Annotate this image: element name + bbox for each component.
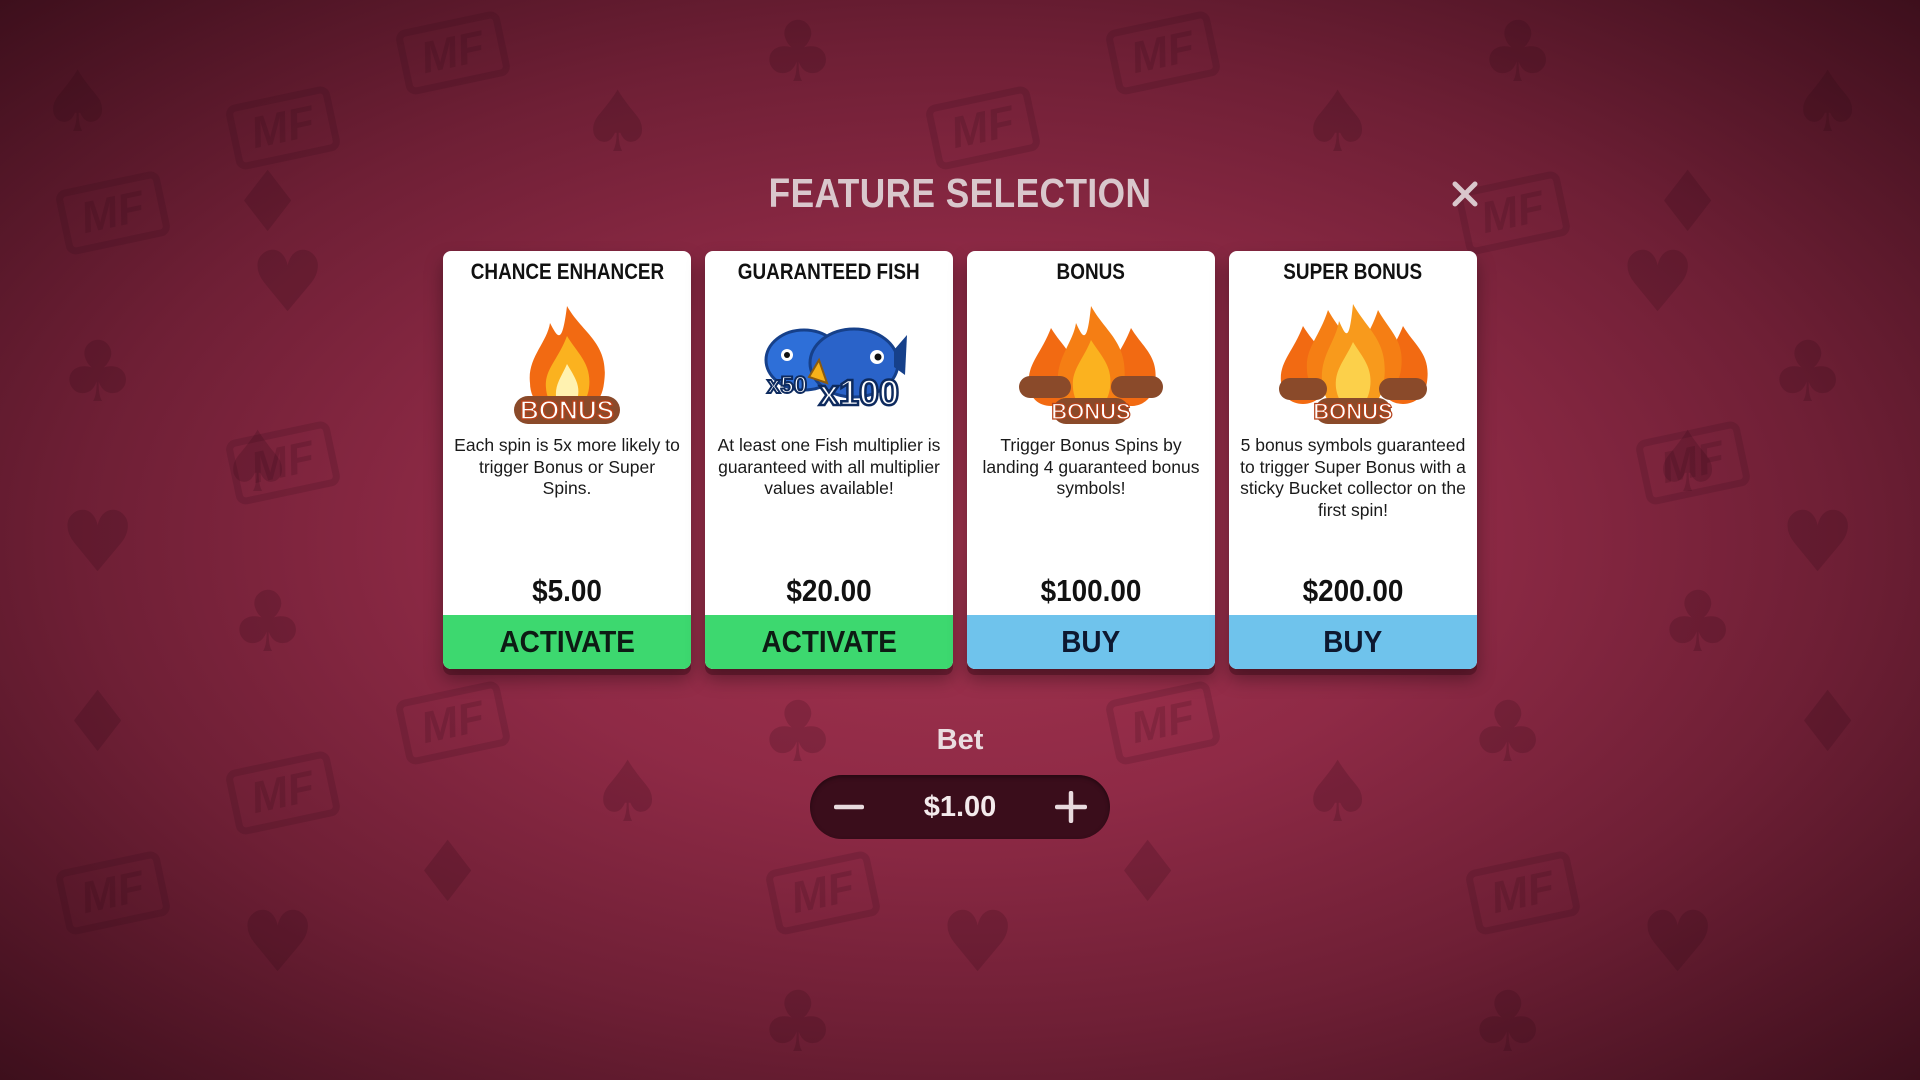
bonus-fire-icon: BONUS [1011,295,1171,435]
club-suit-icon: ♣ [1770,323,1846,421]
heart-suit-icon: ♥ [60,493,136,591]
spade-suit-icon: ♠ [40,53,116,151]
spade-suit-icon: ♠ [1790,53,1866,151]
card-price: $100.00 [1040,573,1142,608]
heart-suit-icon: ♥ [1640,893,1716,991]
button-label: BUY [1061,624,1121,659]
card-description: At least one Fish multiplier is guarante… [717,435,941,498]
card-price: $20.00 [786,573,872,608]
mf-logo-icon: MF [54,849,172,937]
heart-suit-icon: ♥ [1780,493,1856,591]
increase-bet-button[interactable] [1032,775,1110,839]
activate-button[interactable]: ACTIVATE [705,615,953,669]
mf-logo-icon: MF [224,419,342,507]
club-suit-icon: ♣ [760,973,836,1071]
card-title: CHANCE ENHANCER [470,259,664,284]
feature-cards: CHANCE ENHANCER BONUS Each spin is 5x mo… [443,251,1477,669]
card-description: Trigger Bonus Spins by landing 4 guarant… [982,435,1200,498]
heart-suit-icon: ♥ [1620,233,1696,331]
spade-suit-icon: ♠ [1300,743,1376,841]
button-label: BUY [1323,624,1383,659]
mf-logo-icon: MF [1464,849,1582,937]
card-title: BONUS [1056,259,1126,284]
activate-button[interactable]: ACTIVATE [443,615,691,669]
svg-text:x100: x100 [819,372,899,413]
bet-stepper: $1.00 [810,775,1110,839]
heart-suit-icon: ♥ [940,893,1016,991]
button-label: ACTIVATE [499,624,635,659]
close-button[interactable] [1447,176,1483,212]
club-suit-icon: ♣ [60,323,136,421]
bet-label: Bet [936,724,984,756]
spade-suit-icon: ♠ [1300,73,1376,171]
spade-suit-icon: ♠ [580,73,656,171]
mf-logo-icon: MF [224,84,342,172]
buy-button[interactable]: BUY [967,615,1215,669]
fish-multiplier-icon: x50 x100 [749,295,909,435]
card-description: 5 bonus symbols guaranteed to trigger Su… [1240,435,1466,520]
super-bonus-fire-icon: BONUS [1273,295,1433,435]
spade-suit-icon: ♠ [1650,413,1726,511]
feature-card-super-bonus: SUPER BONUS BONUS 5 bonus symbols guaran… [1229,251,1477,669]
svg-text:BONUS: BONUS [520,395,614,425]
heart-suit-icon: ♥ [250,233,326,331]
diamond-suit-icon: ♦ [1110,823,1186,921]
club-suit-icon: ♣ [1470,973,1546,1071]
feature-card-bonus: BONUS BONUS Trigger Bonus Spins by landi… [967,251,1215,669]
card-description: Each spin is 5x more likely to trigger B… [454,435,680,498]
mf-logo-icon: MF [224,749,342,837]
mf-logo-icon: MF [394,9,512,97]
svg-text:BONUS: BONUS [1313,399,1392,424]
svg-text:x50: x50 [767,372,807,399]
diamond-suit-icon: ♦ [410,823,486,921]
spade-suit-icon: ♠ [220,413,296,511]
close-icon [1452,181,1478,207]
card-title: GUARANTEED FISH [738,259,920,284]
mf-logo-icon: MF [1634,419,1752,507]
feature-card-guaranteed-fish: GUARANTEED FISH x50 x100 At least one Fi… [705,251,953,669]
card-title: SUPER BONUS [1283,259,1423,284]
club-suit-icon: ♣ [1480,3,1556,101]
club-suit-icon: ♣ [230,573,306,671]
club-suit-icon: ♣ [760,3,836,101]
club-suit-icon: ♣ [1660,573,1736,671]
spade-suit-icon: ♠ [590,743,666,841]
buy-button[interactable]: BUY [1229,615,1477,669]
card-price: $5.00 [532,573,602,608]
mf-logo-icon: MF [924,84,1042,172]
bonus-fire-icon: BONUS [487,295,647,435]
mf-logo-icon: MF [764,849,882,937]
card-price: $200.00 [1302,573,1404,608]
button-label: ACTIVATE [761,624,897,659]
bet-value: $1.00 [923,790,997,823]
feature-card-chance-enhancer: CHANCE ENHANCER BONUS Each spin is 5x mo… [443,251,691,669]
page-title: FEATURE SELECTION [768,170,1152,216]
minus-icon [834,804,864,810]
decrease-bet-button[interactable] [810,775,888,839]
mf-logo-icon: MF [1104,9,1222,97]
heart-suit-icon: ♥ [240,893,316,991]
plus-icon [1054,791,1087,823]
svg-text:BONUS: BONUS [1051,399,1130,424]
